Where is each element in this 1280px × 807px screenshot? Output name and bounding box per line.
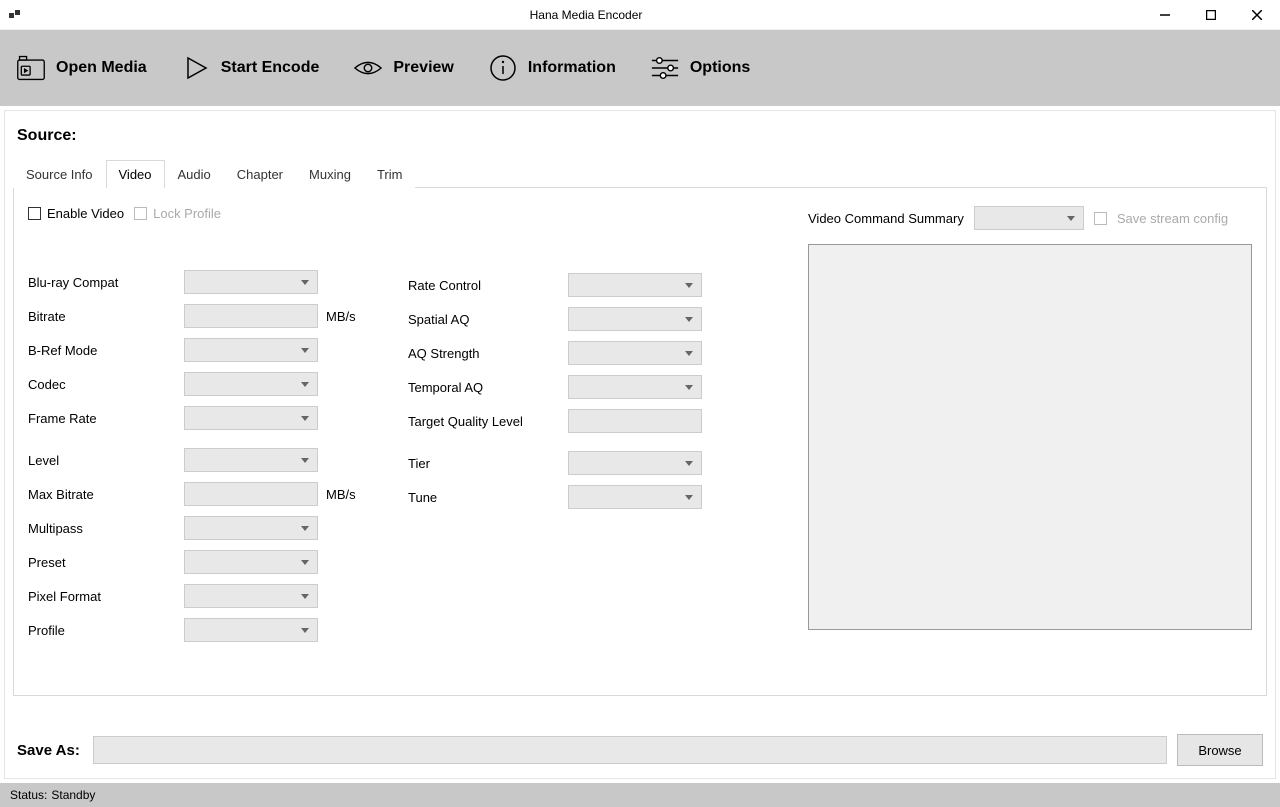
maximize-button[interactable] [1188, 0, 1234, 30]
app-icon [0, 8, 30, 22]
max-bitrate-label: Max Bitrate [28, 487, 184, 502]
temporal-aq-select[interactable] [568, 375, 702, 399]
info-icon [488, 53, 518, 83]
play-icon [181, 53, 211, 83]
bitrate-unit: MB/s [326, 309, 356, 324]
video-command-summary-textarea[interactable] [808, 244, 1252, 630]
spatial-aq-label: Spatial AQ [408, 312, 568, 327]
bitrate-input[interactable] [184, 304, 318, 328]
profile-select[interactable] [184, 618, 318, 642]
main-toolbar: Open Media Start Encode Preview Informat… [0, 30, 1280, 106]
aq-strength-label: AQ Strength [408, 346, 568, 361]
multipass-select[interactable] [184, 516, 318, 540]
temporal-aq-label: Temporal AQ [408, 380, 568, 395]
pixel-format-select[interactable] [184, 584, 318, 608]
tab-video[interactable]: Video [106, 160, 165, 188]
tune-label: Tune [408, 490, 568, 505]
video-tab-content: Enable Video Lock Profile Blu-ray Compat… [13, 188, 1267, 696]
pixel-format-label: Pixel Format [28, 589, 184, 604]
blu-ray-compat-select[interactable] [184, 270, 318, 294]
enable-video-checkbox[interactable] [28, 207, 41, 220]
bitrate-label: Bitrate [28, 309, 184, 324]
save-as-input[interactable] [93, 736, 1167, 764]
information-label: Information [528, 59, 616, 77]
b-ref-mode-label: B-Ref Mode [28, 343, 184, 358]
open-media-icon [16, 53, 46, 83]
preset-select[interactable] [184, 550, 318, 574]
sliders-icon [650, 53, 680, 83]
open-media-button[interactable]: Open Media [8, 47, 155, 89]
video-command-summary-select[interactable] [974, 206, 1084, 230]
eye-icon [353, 53, 383, 83]
preset-label: Preset [28, 555, 184, 570]
window-title: Hana Media Encoder [30, 8, 1142, 22]
save-stream-config-label: Save stream config [1117, 211, 1228, 226]
frame-rate-label: Frame Rate [28, 411, 184, 426]
tab-audio[interactable]: Audio [165, 160, 224, 188]
status-value: Standby [51, 788, 95, 802]
tab-muxing[interactable]: Muxing [296, 160, 364, 188]
tune-select[interactable] [568, 485, 702, 509]
lock-profile-label: Lock Profile [153, 206, 221, 221]
codec-label: Codec [28, 377, 184, 392]
enable-video-label: Enable Video [47, 206, 124, 221]
lock-profile-checkbox[interactable] [134, 207, 147, 220]
level-label: Level [28, 453, 184, 468]
level-select[interactable] [184, 448, 318, 472]
blu-ray-compat-label: Blu-ray Compat [28, 275, 184, 290]
options-label: Options [690, 59, 750, 77]
rate-control-select[interactable] [568, 273, 702, 297]
status-bar: Status: Standby [0, 783, 1280, 807]
status-label: Status: [10, 788, 47, 802]
target-quality-level-input[interactable] [568, 409, 702, 433]
tier-select[interactable] [568, 451, 702, 475]
spatial-aq-select[interactable] [568, 307, 702, 331]
aq-strength-select[interactable] [568, 341, 702, 365]
tab-chapter[interactable]: Chapter [224, 160, 296, 188]
max-bitrate-input[interactable] [184, 482, 318, 506]
start-encode-label: Start Encode [221, 59, 320, 77]
tier-label: Tier [408, 456, 568, 471]
max-bitrate-unit: MB/s [326, 487, 356, 502]
multipass-label: Multipass [28, 521, 184, 536]
close-button[interactable] [1234, 0, 1280, 30]
title-bar: Hana Media Encoder [0, 0, 1280, 30]
rate-control-label: Rate Control [408, 278, 568, 293]
browse-button[interactable]: Browse [1177, 734, 1263, 766]
minimize-button[interactable] [1142, 0, 1188, 30]
frame-rate-select[interactable] [184, 406, 318, 430]
save-stream-config-checkbox[interactable] [1094, 212, 1107, 225]
target-quality-level-label: Target Quality Level [408, 414, 568, 429]
video-command-summary-label: Video Command Summary [808, 211, 964, 226]
codec-select[interactable] [184, 372, 318, 396]
preview-button[interactable]: Preview [345, 47, 461, 89]
tab-strip: Source Info Video Audio Chapter Muxing T… [13, 159, 1267, 188]
open-media-label: Open Media [56, 59, 147, 77]
source-label: Source: [13, 127, 1267, 145]
start-encode-button[interactable]: Start Encode [173, 47, 328, 89]
main-panel: Source: Source Info Video Audio Chapter … [4, 110, 1276, 779]
profile-label: Profile [28, 623, 184, 638]
b-ref-mode-select[interactable] [184, 338, 318, 362]
tab-source-info[interactable]: Source Info [13, 160, 106, 188]
options-button[interactable]: Options [642, 47, 758, 89]
save-as-label: Save As: [17, 742, 83, 759]
information-button[interactable]: Information [480, 47, 624, 89]
preview-label: Preview [393, 59, 453, 77]
tab-trim[interactable]: Trim [364, 160, 416, 188]
